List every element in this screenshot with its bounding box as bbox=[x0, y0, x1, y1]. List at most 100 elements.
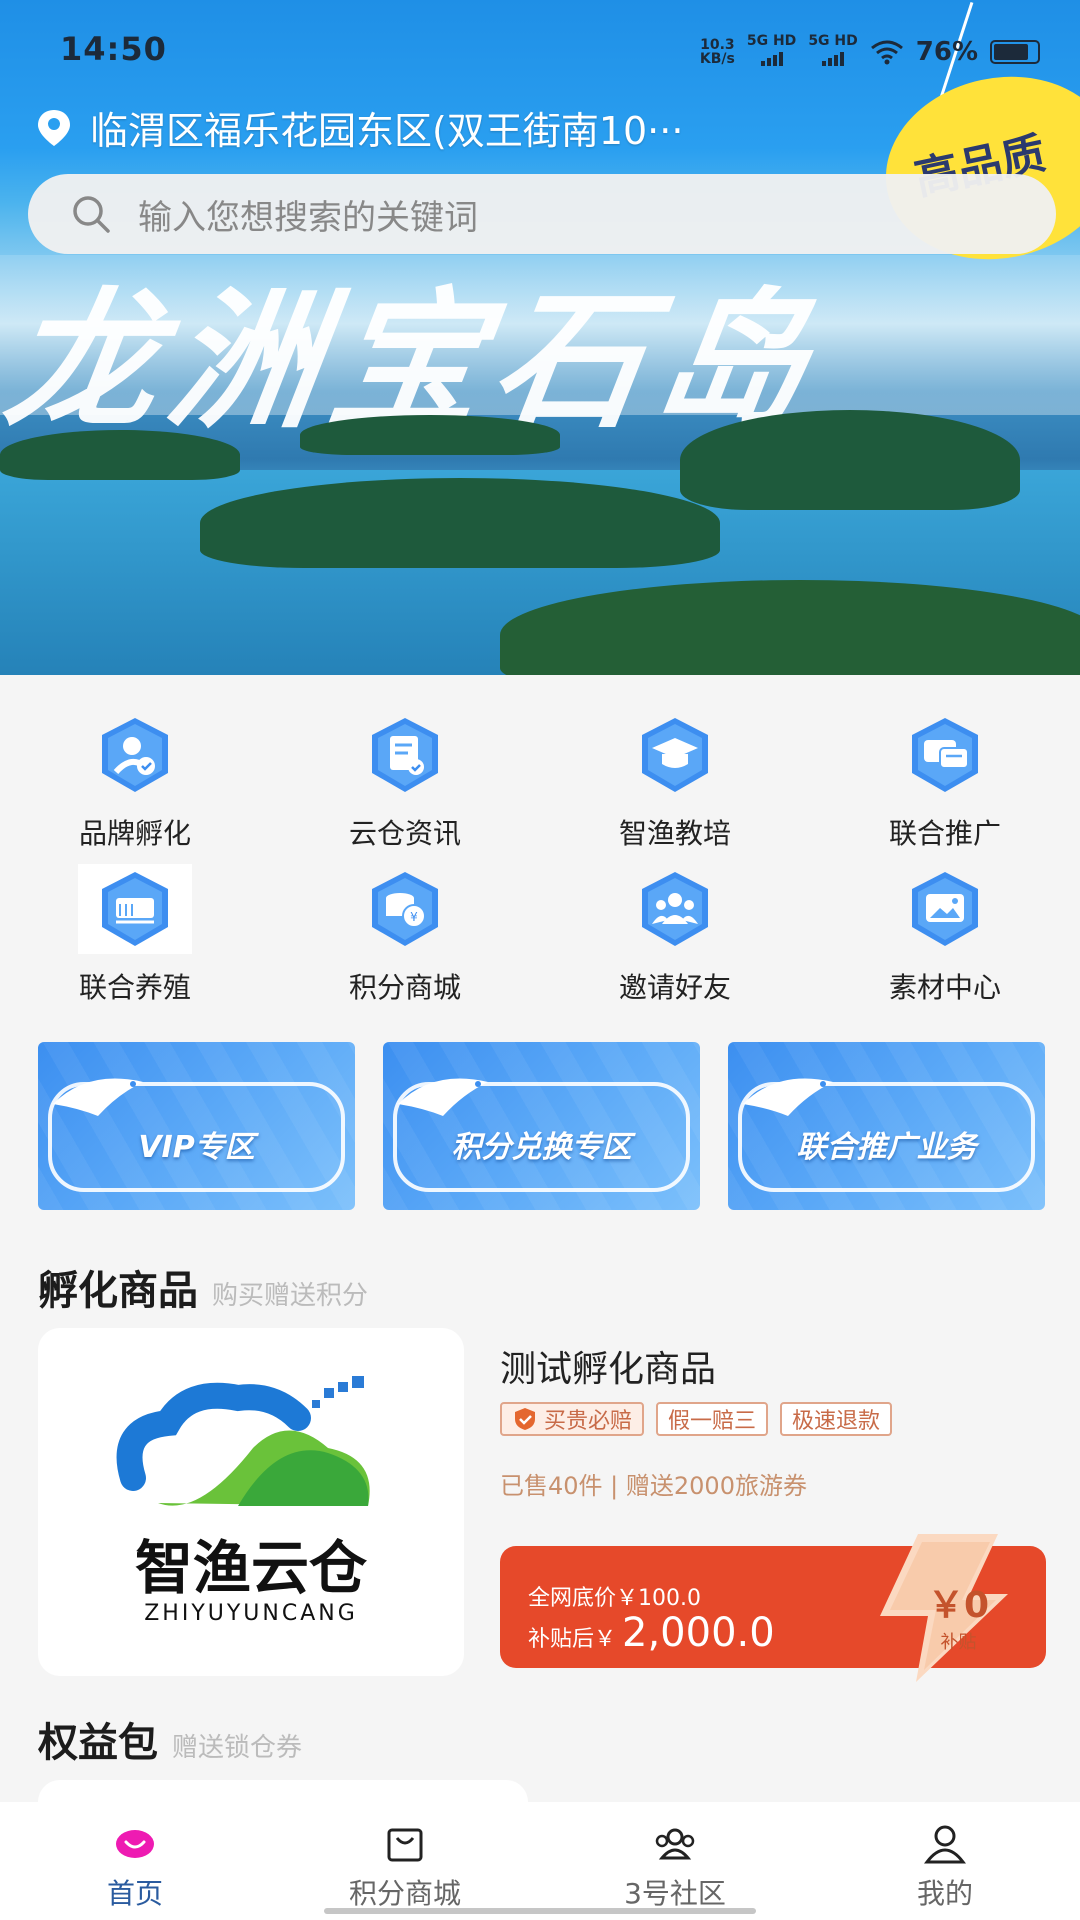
shopping-bag-icon bbox=[387, 1828, 423, 1862]
product-tag: 极速退款 bbox=[780, 1402, 893, 1436]
price-box[interactable]: 全网底价￥100.0 补贴后￥ 2,000.0 ￥0 补贴 bbox=[500, 1534, 1046, 1682]
chat-bubbles-icon bbox=[912, 718, 978, 792]
nav-label: 首页 bbox=[106, 1877, 163, 1910]
section-title: 孵化商品 bbox=[38, 1268, 198, 1314]
community-icon bbox=[655, 1828, 695, 1860]
feature-grid-row: 联合养殖 ¥ 积分商城 邀请好友 素材中心 bbox=[0, 864, 1080, 1018]
fish-icon bbox=[743, 1078, 833, 1116]
subsidy-badge: ￥0 补贴 bbox=[928, 1576, 989, 1654]
search-placeholder: 输入您想搜索的关键词 bbox=[138, 197, 478, 238]
feature-label: 品牌孵化 bbox=[78, 817, 191, 850]
logo-subtext: ZHIYUYUNCANG bbox=[144, 1601, 358, 1626]
status-time: 14:50 bbox=[60, 30, 167, 68]
picture-folder-icon bbox=[912, 872, 978, 946]
section-subtitle: 购买赠送积分 bbox=[212, 1281, 369, 1311]
feature-invite-friends[interactable]: 邀请好友 bbox=[540, 864, 810, 1018]
home-indicator[interactable] bbox=[324, 1908, 756, 1914]
graduation-cap-icon bbox=[642, 718, 708, 792]
sold-info: 已售40件 | 赠送2000旅游券 bbox=[500, 1472, 807, 1500]
fish-icon bbox=[398, 1078, 488, 1116]
status-bar: 14:50 10.3 KB/s 5G HD 5G HD 76% bbox=[0, 0, 1080, 90]
aquaculture-icon bbox=[102, 872, 168, 946]
feature-label: 云仓资讯 bbox=[348, 817, 461, 850]
zone-label: VIP专区 bbox=[138, 1130, 255, 1165]
zone-banners: VIP专区 积分兑换专区 联合推广业务 bbox=[38, 1042, 1045, 1210]
feature-label: 邀请好友 bbox=[618, 971, 731, 1004]
nav-community[interactable]: 3号社区 bbox=[540, 1802, 810, 1920]
fish-icon bbox=[53, 1078, 143, 1116]
feature-label: 智渔教培 bbox=[618, 817, 731, 850]
feature-label: 素材中心 bbox=[888, 971, 1001, 1004]
zone-label: 联合推广业务 bbox=[796, 1130, 977, 1165]
feature-label: 联合养殖 bbox=[78, 971, 191, 1004]
location-pin-icon bbox=[38, 109, 70, 146]
nav-home[interactable]: 首页 bbox=[0, 1802, 270, 1920]
feature-brand-incubation[interactable]: 品牌孵化 bbox=[0, 710, 270, 864]
net-speed: 10.3 KB/s bbox=[700, 38, 735, 66]
product-tags: 买贵必赔 假一赔三 极速退款 bbox=[500, 1402, 893, 1436]
feature-label: 联合推广 bbox=[888, 817, 1001, 850]
product-tag: 假一赔三 bbox=[656, 1402, 769, 1436]
subsidy-amount: ￥0 bbox=[928, 1585, 990, 1626]
location-selector[interactable]: 临渭区福乐花园东区(双王街南10··· bbox=[34, 100, 830, 155]
feature-label: 积分商城 bbox=[348, 971, 461, 1004]
brand-logo: 智渔云仓 ZHIYUYUNCANG bbox=[116, 1376, 370, 1626]
battery-percent: 76% bbox=[915, 36, 978, 67]
svg-text:¥: ¥ bbox=[410, 910, 418, 924]
feature-points-mall[interactable]: ¥ 积分商城 bbox=[270, 864, 540, 1018]
feature-material-center[interactable]: 素材中心 bbox=[810, 864, 1080, 1018]
subsidy-label: 补贴 bbox=[940, 1632, 977, 1653]
feature-joint-promotion[interactable]: 联合推广 bbox=[810, 710, 1080, 864]
status-indicators: 10.3 KB/s 5G HD 5G HD 76% bbox=[700, 34, 1040, 69]
location-text: 临渭区福乐花园东区(双王街南10··· bbox=[90, 109, 684, 153]
points-exchange-zone-banner[interactable]: 积分兑换专区 bbox=[383, 1042, 700, 1210]
vip-zone-banner[interactable]: VIP专区 bbox=[38, 1042, 355, 1210]
feature-education[interactable]: 智渔教培 bbox=[540, 710, 810, 864]
banner-island bbox=[0, 430, 240, 480]
sim2-signal: 5G HD bbox=[808, 33, 858, 69]
bottom-navigation: 首页 积分商城 3号社区 我的 bbox=[0, 1802, 1080, 1920]
nav-label: 我的 bbox=[916, 1877, 973, 1910]
product-tag: 买贵必赔 bbox=[500, 1402, 645, 1436]
wifi-icon bbox=[870, 40, 903, 64]
search-icon bbox=[73, 196, 110, 233]
sim1-signal: 5G HD bbox=[747, 34, 796, 69]
section-title: 权益包 bbox=[38, 1720, 158, 1766]
nav-points-mall[interactable]: 积分商城 bbox=[270, 1802, 540, 1920]
incubation-section-header: 孵化商品 购买赠送积分 bbox=[38, 1258, 368, 1316]
brand-user-icon bbox=[102, 718, 168, 792]
news-document-icon bbox=[372, 718, 438, 792]
signal-icon bbox=[822, 48, 845, 66]
benefits-section-header: 权益包 赠送锁仓券 bbox=[38, 1710, 302, 1768]
feature-joint-aquaculture[interactable]: 联合养殖 bbox=[0, 864, 270, 1018]
battery-icon bbox=[990, 39, 1040, 64]
shield-check-icon bbox=[515, 1408, 535, 1430]
search-bar[interactable]: 输入您想搜索的关键词 bbox=[28, 174, 1056, 254]
coin-stack-icon: ¥ bbox=[372, 872, 438, 946]
product-tag-label: 假一赔三 bbox=[668, 1409, 757, 1434]
banner-island bbox=[300, 415, 560, 455]
feature-grid-row: 品牌孵化 云仓资讯 智渔教培 联合推广 bbox=[0, 710, 1080, 864]
banner-island bbox=[680, 410, 1020, 510]
product-name[interactable]: 测试孵化商品 bbox=[500, 1340, 716, 1392]
aquaculture-icon-box bbox=[78, 864, 192, 954]
nav-profile[interactable]: 我的 bbox=[810, 1802, 1080, 1920]
sim1-label: 5G HD bbox=[746, 33, 797, 49]
subsidy-prefix: 补贴后￥ bbox=[528, 1627, 617, 1652]
product-image[interactable]: 智渔云仓 ZHIYUYUNCANG bbox=[38, 1328, 464, 1676]
signal-icon bbox=[760, 48, 783, 66]
joint-promotion-zone-banner[interactable]: 联合推广业务 bbox=[728, 1042, 1045, 1210]
feature-grid: 品牌孵化 云仓资讯 智渔教培 联合推广 联合养殖 ¥ 积分商城 邀请好友 素材中… bbox=[0, 710, 1080, 1018]
product-tag-label: 极速退款 bbox=[792, 1409, 881, 1434]
logo-text: 智渔云仓 bbox=[135, 1534, 368, 1602]
market-price: 全网底价￥100.0 bbox=[528, 1586, 701, 1611]
feature-cloud-news[interactable]: 云仓资讯 bbox=[270, 710, 540, 864]
sim2-label: 5G HD bbox=[808, 33, 858, 49]
net-speed-value: 10.3 bbox=[700, 36, 735, 53]
nav-label: 积分商城 bbox=[348, 1877, 461, 1910]
subsidy-price-line: 补贴后￥ 2,000.0 bbox=[528, 1610, 775, 1656]
section-subtitle: 赠送锁仓券 bbox=[172, 1733, 303, 1763]
friends-group-icon bbox=[642, 872, 708, 946]
home-icon bbox=[116, 1830, 154, 1858]
product-tag-label: 买贵必赔 bbox=[544, 1409, 633, 1434]
